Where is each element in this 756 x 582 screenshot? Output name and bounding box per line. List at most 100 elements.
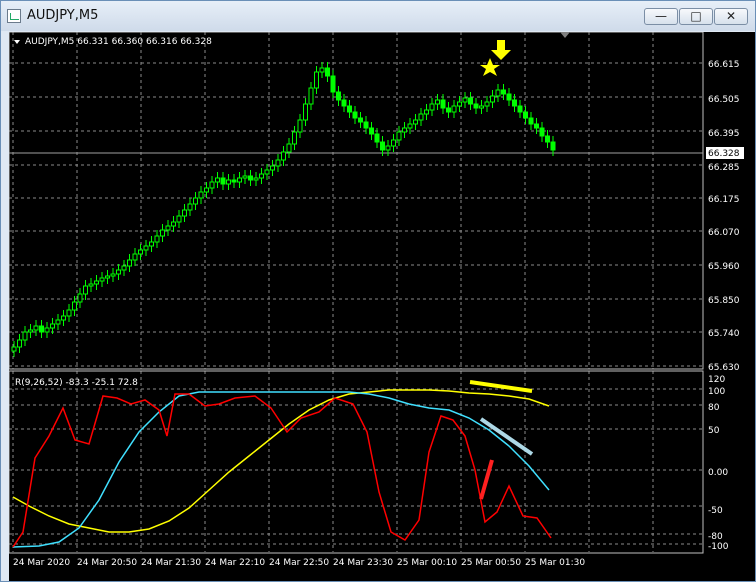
candle-body: [110, 273, 116, 277]
candle-body: [462, 97, 468, 103]
price-tick: 66.175: [708, 195, 740, 205]
candle-body: [479, 105, 484, 109]
candle-body: [176, 215, 182, 223]
candle-body: [330, 75, 336, 93]
candle-body: [253, 177, 259, 181]
time-tick: 24 Mar 22:10: [205, 558, 265, 568]
symbol-header: AUDJPY,M5 66.331 66.360 66.316 66.328: [25, 37, 212, 47]
chart-canvas[interactable]: AUDJPY,M5 66.331 66.360 66.316 66.328 R(…: [9, 32, 755, 581]
time-tick: 25 Mar 01:30: [525, 558, 585, 568]
candle-body: [484, 101, 490, 107]
price-tick: 66.615: [708, 60, 740, 70]
price-tick: 66.395: [708, 129, 740, 139]
candle-body: [226, 179, 231, 185]
candle-body: [242, 175, 248, 179]
candle-body: [308, 87, 314, 105]
candle-body: [55, 319, 61, 325]
candle-body: [132, 253, 138, 261]
price-tick: 66.285: [708, 163, 740, 173]
candle-body: [39, 325, 44, 333]
candle-body: [77, 293, 83, 303]
candle-body: [286, 143, 292, 153]
candle-body: [319, 67, 325, 73]
candle-body: [468, 97, 473, 105]
osc-tick: 120: [708, 375, 725, 385]
candle-body: [215, 177, 220, 183]
candle-body: [259, 173, 264, 179]
time-tick: 24 Mar 2020: [13, 558, 70, 568]
candle-body: [440, 99, 446, 109]
candle-body: [391, 139, 396, 147]
price-tick: 66.505: [708, 95, 740, 105]
candle-body: [28, 329, 33, 333]
candle-body: [347, 105, 352, 113]
candle-body: [501, 89, 506, 95]
terminal-window: AUDJPY,M5 — □ ✕ AUDJPY,M5 66.331 66.360 …: [0, 0, 756, 582]
time-tick: 24 Mar 23:30: [333, 558, 393, 568]
time-tick: 24 Mar 21:30: [141, 558, 201, 568]
candle-body: [94, 280, 99, 285]
candle-body: [149, 241, 154, 247]
candle-body: [275, 159, 281, 167]
candle-body: [517, 105, 523, 113]
candle-body: [88, 283, 94, 287]
candle-body: [369, 127, 374, 135]
title-bar: AUDJPY,M5 — □ ✕: [1, 1, 755, 31]
candle-body: [121, 265, 127, 271]
oscillator-panel: [9, 370, 753, 555]
osc-tick: -50: [708, 506, 723, 516]
price-tick: 65.960: [708, 262, 740, 272]
time-tick: 24 Mar 20:50: [77, 558, 137, 568]
candle-body: [171, 221, 176, 227]
price-tick: 66.070: [708, 228, 740, 238]
candle-body: [143, 245, 149, 251]
candle-body: [363, 121, 369, 129]
osc-tick: -80: [708, 532, 723, 542]
candle-body: [506, 93, 512, 101]
candle-body: [325, 67, 330, 77]
candle-body: [116, 269, 121, 275]
candle-body: [204, 187, 209, 193]
maximize-button[interactable]: □: [679, 8, 713, 25]
candle-body: [545, 135, 550, 143]
candle-body: [248, 175, 253, 181]
candle-body: [314, 71, 319, 89]
candle-body: [165, 225, 171, 231]
candle-body: [407, 123, 413, 129]
candle-body: [303, 103, 308, 121]
candle-body: [402, 127, 407, 133]
osc-tick: -100: [708, 542, 729, 552]
candle-body: [105, 275, 110, 279]
candle-body: [182, 209, 187, 217]
candle-body: [66, 309, 72, 317]
osc-tick: 100: [708, 387, 725, 397]
price-tick: 65.850: [708, 296, 740, 306]
candle-body: [539, 127, 545, 137]
candle-body: [127, 259, 132, 267]
candle-body: [220, 177, 226, 185]
candle-body: [17, 339, 22, 348]
candle-body: [534, 123, 539, 129]
candle-body: [11, 346, 17, 352]
candle-body: [138, 249, 143, 255]
candle-body: [413, 119, 418, 125]
candle-body: [270, 165, 275, 171]
candle-body: [264, 169, 270, 175]
candle-body: [396, 131, 402, 141]
candle-body: [209, 181, 215, 189]
candle-body: [198, 191, 204, 199]
candle-body: [429, 103, 435, 111]
candle-body: [341, 99, 347, 107]
candle-body: [187, 203, 193, 211]
osc-tick: 50: [708, 426, 720, 436]
close-button[interactable]: ✕: [714, 8, 748, 25]
candle-body: [550, 141, 556, 151]
time-tick: 24 Mar 22:50: [269, 558, 329, 568]
candle-body: [281, 151, 286, 161]
candle-body: [374, 133, 380, 143]
candle-body: [72, 301, 77, 311]
candle-body: [50, 323, 55, 329]
minimize-button[interactable]: —: [644, 8, 678, 25]
candle-body: [297, 119, 303, 133]
candle-body: [358, 117, 363, 123]
